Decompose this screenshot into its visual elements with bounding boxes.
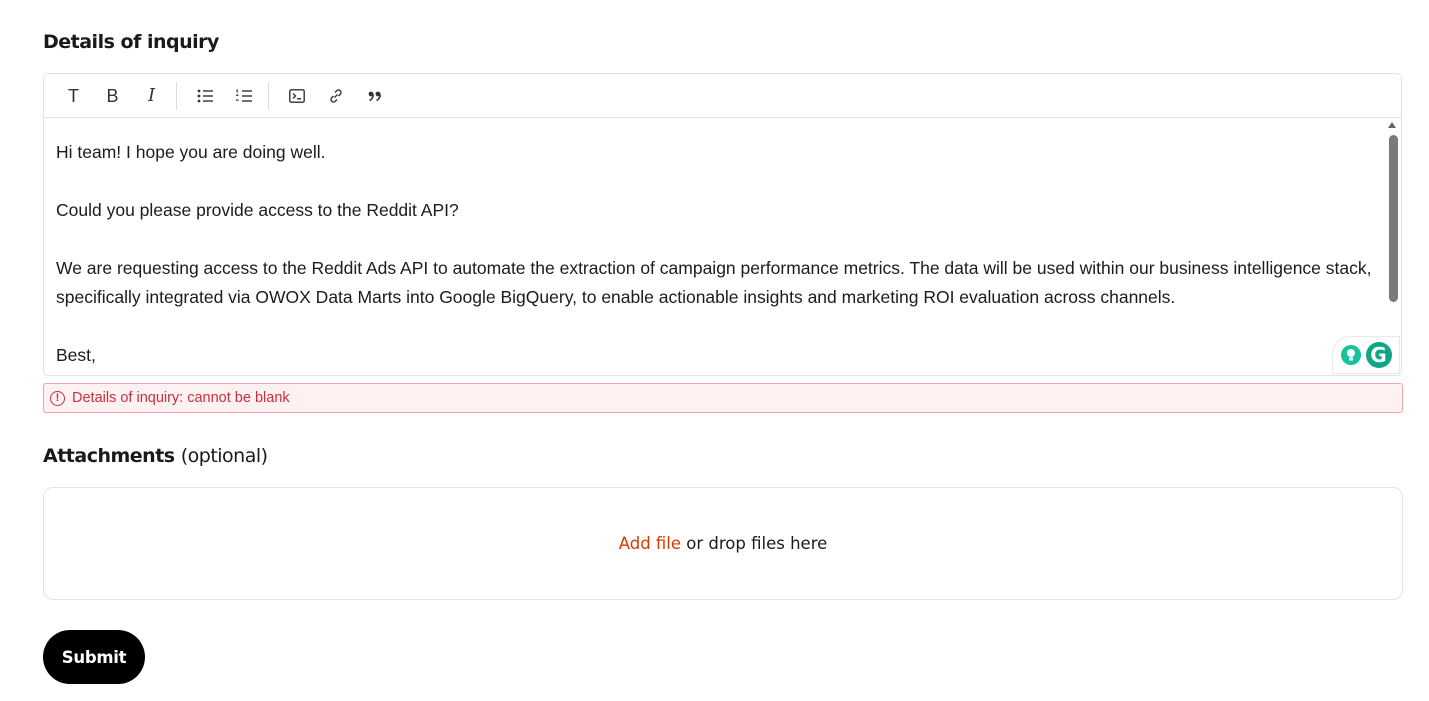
numbered-list-button[interactable] <box>224 76 263 116</box>
paragraph: We are requesting access to the Reddit A… <box>56 258 1372 307</box>
scrollbar-thumb[interactable] <box>1389 135 1398 302</box>
text-style-button[interactable]: T <box>54 76 93 116</box>
code-block-button[interactable] <box>277 76 316 116</box>
numbered-list-icon <box>235 89 252 102</box>
error-message: ! Details of inquiry: cannot be blank <box>43 383 1403 413</box>
toolbar-divider <box>176 81 177 110</box>
quote-button[interactable] <box>355 76 394 116</box>
attachments-title-text: Attachments <box>43 445 175 467</box>
link-button[interactable] <box>316 76 355 116</box>
submit-button[interactable]: Submit <box>43 630 145 684</box>
paragraph: Could you please provide access to the R… <box>56 200 459 220</box>
bold-icon: B <box>106 85 119 106</box>
code-block-icon <box>288 88 305 103</box>
drop-files-text: or drop files here <box>681 534 828 553</box>
grammarly-logo-icon[interactable]: G <box>1365 342 1392 368</box>
grammarly-widget[interactable]: G <box>1332 336 1400 374</box>
scroll-up-icon[interactable] <box>1388 122 1396 128</box>
grammarly-suggestion-icon[interactable] <box>1340 345 1361 365</box>
bulleted-list-button[interactable] <box>185 76 224 116</box>
paragraph: Best, <box>56 345 96 365</box>
italic-icon: I <box>147 84 156 106</box>
link-icon <box>329 88 342 103</box>
bulleted-list-icon <box>197 89 213 102</box>
editor-toolbar: T B I <box>44 74 1401 118</box>
details-of-inquiry-title: Details of inquiry <box>43 31 219 53</box>
error-icon: ! <box>50 390 65 406</box>
attachments-optional-label: (optional) <box>180 445 268 467</box>
attachments-title: Attachments (optional) <box>43 445 268 467</box>
add-file-link[interactable]: Add file <box>619 534 681 553</box>
quote-icon <box>368 91 381 101</box>
file-dropzone[interactable]: Add file or drop files here <box>43 487 1403 600</box>
rich-text-editor[interactable]: T B I Hi team! I hope you are doing well… <box>43 73 1402 376</box>
error-text: Details of inquiry: cannot be blank <box>72 390 290 406</box>
italic-button[interactable]: I <box>132 76 171 116</box>
bold-button[interactable]: B <box>93 76 132 116</box>
text-style-icon: T <box>68 85 79 106</box>
paragraph: Hi team! I hope you are doing well. <box>56 142 326 162</box>
toolbar-divider <box>268 81 269 110</box>
editor-content[interactable]: Hi team! I hope you are doing well. Coul… <box>44 118 1385 375</box>
